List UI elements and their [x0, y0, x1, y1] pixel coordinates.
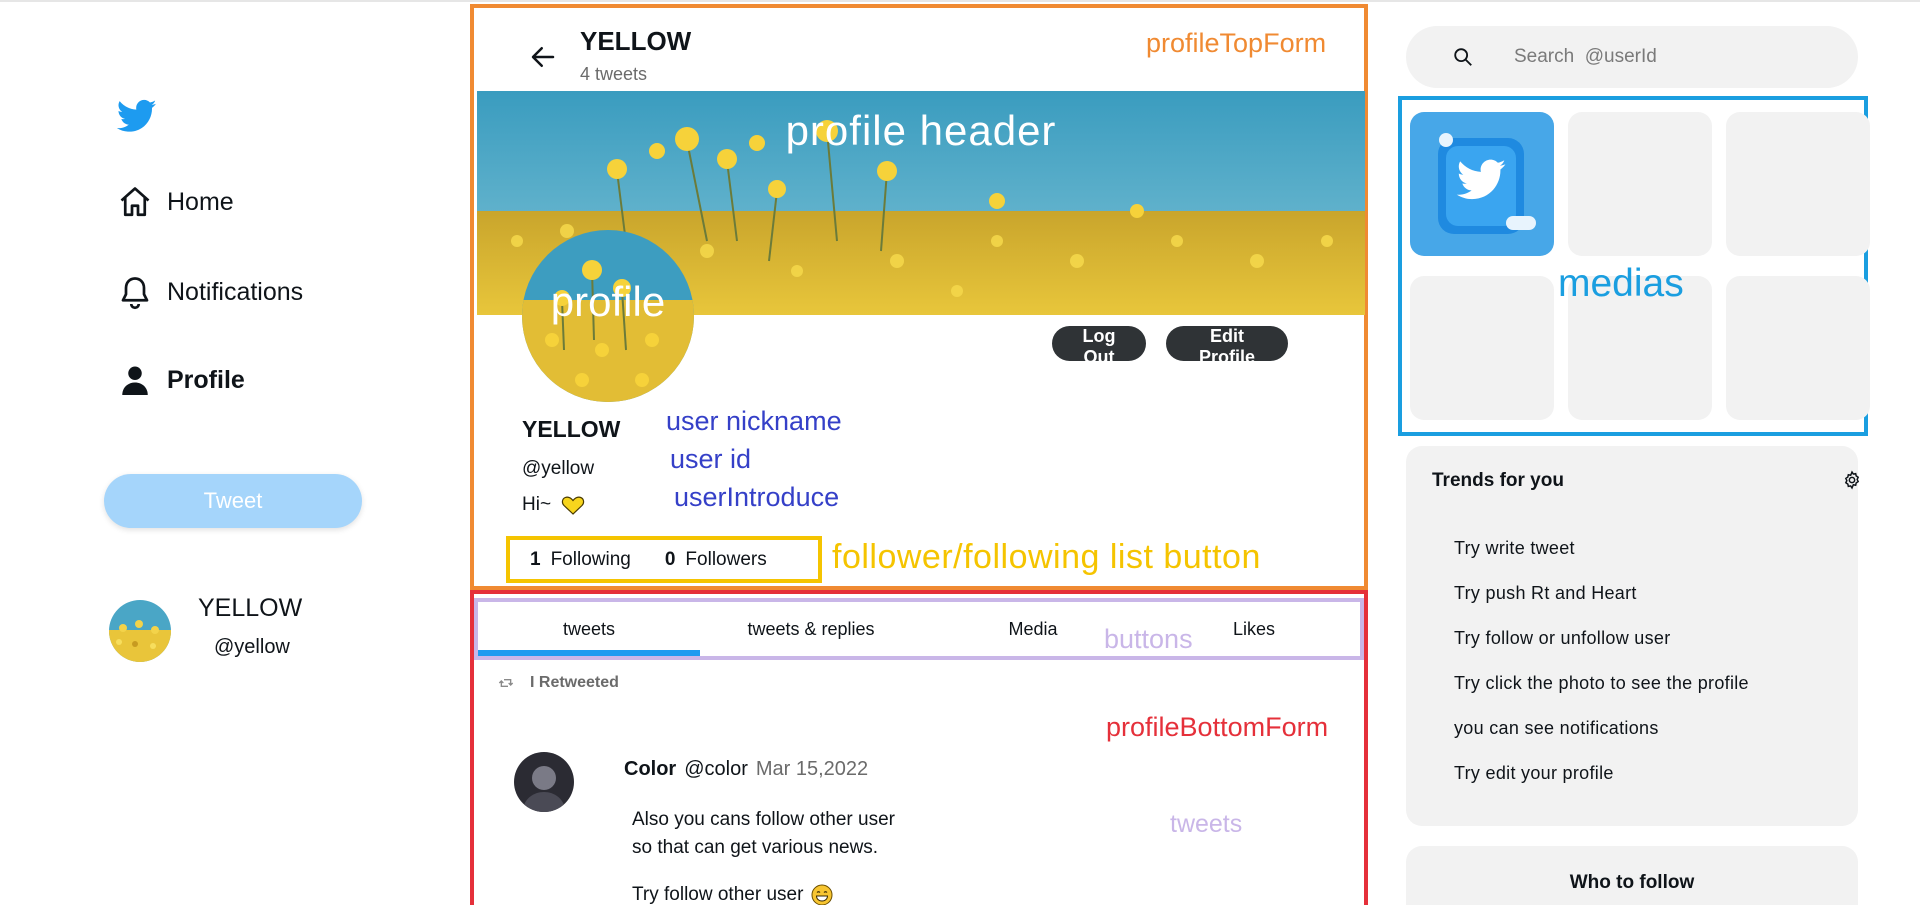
nav-notifications-label: Notifications [167, 277, 304, 306]
tweet-count: 4 tweets [580, 64, 648, 84]
active-tab-indicator [478, 650, 700, 656]
page: Home Notifications Profile Tweet YELLOW … [0, 0, 1920, 905]
follow-list-button[interactable]: 1 Following 0 Followers [506, 536, 822, 583]
followers-button[interactable]: 0 Followers [665, 549, 767, 571]
right-sidebar: medias Trends for you Try write tweet Tr… [1368, 2, 1920, 905]
person-icon [122, 366, 148, 395]
annotation-user-nickname: user nickname [666, 406, 842, 436]
search-input[interactable] [1514, 46, 1834, 68]
tweet-author-avatar[interactable] [514, 752, 574, 812]
nav-notifications[interactable]: Notifications [117, 274, 303, 310]
who-to-follow-title: Who to follow [1569, 872, 1695, 893]
edit-profile-button[interactable]: Edit Profile [1166, 326, 1288, 367]
trends-panel: Trends for you Try write tweet Try push … [1406, 446, 1860, 826]
nav-profile-label: Profile [167, 365, 245, 394]
media-tile[interactable] [1568, 112, 1712, 256]
annotation-user-introduce: userIntroduce [674, 482, 840, 512]
user-introduce: Hi~ [522, 494, 585, 516]
tweet-button[interactable]: Tweet [104, 474, 362, 528]
trend-item[interactable]: you can see notifications [1454, 718, 1659, 739]
current-user-id: @yellow [214, 636, 290, 658]
profile-column: YELLOW 4 tweets profileTopForm profile h… [470, 2, 1368, 905]
tab-tweets-replies[interactable]: tweets & replies [700, 602, 922, 656]
tweet-body: Also you cans follow other user so that … [632, 809, 895, 858]
annotation-profile-top-form: profileTopForm [1146, 28, 1327, 58]
tweet-author-handle: @color [684, 758, 748, 780]
current-user-name: YELLOW [198, 594, 303, 622]
retweeted-text: I Retweeted [530, 674, 619, 691]
trend-item[interactable]: Try click the photo to see the profile [1454, 673, 1749, 694]
trend-item[interactable]: Try push Rt and Heart [1454, 583, 1637, 604]
tweet-author-name[interactable]: Color [624, 758, 676, 781]
profile-bottom-form: tweets tweets & replies Media Likes butt… [470, 590, 1368, 905]
left-sidebar: Home Notifications Profile Tweet YELLOW … [0, 2, 470, 905]
avatar-photo-image [514, 752, 574, 812]
logout-button[interactable]: Log Out [1052, 326, 1146, 367]
media-twitter-image [1410, 112, 1554, 256]
current-user-avatar[interactable] [109, 600, 171, 662]
trend-item[interactable]: Try edit your profile [1454, 763, 1614, 784]
heart-emoji-icon [561, 496, 585, 515]
profile-avatar[interactable]: profile [522, 230, 694, 402]
media-grid: medias [1398, 96, 1870, 436]
following-button[interactable]: 1 Following [530, 549, 631, 571]
retweet-icon [498, 679, 514, 687]
tweet-body-last-text: Try follow other user [632, 884, 804, 905]
annotation-profile-bottom-form: profileBottomForm [1106, 712, 1329, 742]
annotation-user-id: user id [670, 444, 752, 474]
bell-icon [121, 277, 149, 310]
profile-tabs: tweets tweets & replies Media Likes butt… [474, 598, 1364, 660]
trends-title: Trends for you [1432, 470, 1564, 491]
profile-top-form: YELLOW 4 tweets profileTopForm profile h… [470, 4, 1368, 590]
annotation-medias: medias [1558, 262, 1684, 305]
back-arrow-icon[interactable] [528, 42, 558, 72]
annotation-follow-list: follower/following list button [832, 538, 1261, 576]
trend-item[interactable]: Try follow or unfollow user [1454, 628, 1671, 649]
user-nickname: YELLOW [522, 416, 621, 442]
search-icon [1454, 48, 1472, 66]
tab-tweets[interactable]: tweets [478, 602, 700, 656]
avatar-flowers-image [109, 600, 171, 662]
media-tile[interactable] [1410, 276, 1554, 420]
grin-emoji-icon [811, 884, 833, 905]
who-to-follow-panel: Who to follow [1406, 846, 1858, 905]
home-icon [120, 187, 150, 217]
twitter-logo-icon[interactable] [117, 96, 157, 136]
gear-icon[interactable] [1842, 470, 1862, 490]
nav-home[interactable]: Home [117, 184, 234, 220]
profile-title: YELLOW [580, 26, 692, 56]
tweet-body-last-line: Try follow other user [632, 884, 833, 905]
trend-item[interactable]: Try write tweet [1454, 538, 1575, 559]
nav-home-label: Home [167, 187, 234, 216]
annotation-profile-header: profile header [785, 107, 1057, 154]
retweeted-label: I Retweeted [498, 674, 619, 692]
media-tile[interactable] [1726, 112, 1870, 256]
search-bar[interactable] [1406, 26, 1858, 88]
media-tile[interactable] [1726, 276, 1870, 420]
annotation-tweets: tweets [1170, 810, 1243, 838]
annotation-buttons: buttons [1104, 624, 1193, 654]
user-id: @yellow [522, 458, 595, 479]
annotation-profile-avatar: profile [550, 278, 666, 325]
user-introduce-text: Hi~ [522, 494, 552, 515]
nav-profile[interactable]: Profile [117, 362, 245, 398]
media-tile[interactable] [1410, 112, 1554, 256]
tweet-header: Color @color Mar 15,2022 [624, 758, 868, 781]
tweet-date: Mar 15,2022 [755, 758, 869, 780]
